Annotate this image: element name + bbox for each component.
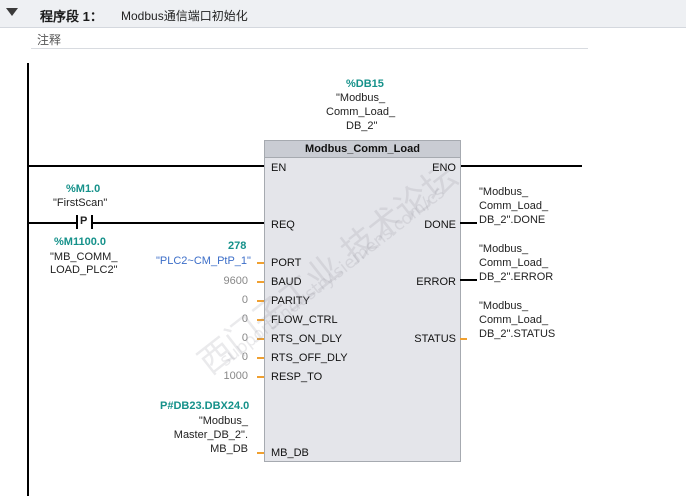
done-tag-line-1[interactable]: "Modbus_ (479, 186, 528, 198)
port-value[interactable]: "PLC2~CM_PtP_1" (156, 255, 251, 267)
pin-done: DONE (424, 219, 456, 231)
collapse-toggle-icon[interactable] (6, 8, 18, 16)
mb-db-address[interactable]: P#DB23.DBX24.0 (160, 400, 249, 412)
instance-db-name-line-2[interactable]: Comm_Load_ (326, 106, 395, 118)
done-wire (460, 222, 477, 224)
error-tag-line-1[interactable]: "Modbus_ (479, 243, 528, 255)
error-tag-line-3[interactable]: DB_2".ERROR (479, 271, 553, 283)
done-tag-line-2[interactable]: Comm_Load_ (479, 200, 548, 212)
contact-tag[interactable]: "FirstScan" (53, 197, 107, 209)
eno-wire (460, 165, 582, 167)
instance-db-address[interactable]: %DB15 (346, 78, 384, 90)
mb-db-stub (257, 452, 264, 454)
edge-memory-tag-line-1[interactable]: "MB_COMM_ (50, 251, 117, 263)
baud-value[interactable]: 9600 (224, 275, 248, 287)
req-wire-right (93, 222, 264, 224)
segment-description[interactable]: Modbus通信端口初始化 (121, 7, 248, 24)
pin-rts-off-dly: RTS_OFF_DLY (271, 352, 348, 364)
mb-db-tag-line-2[interactable]: Master_DB_2". (174, 429, 248, 441)
status-tag-line-1[interactable]: "Modbus_ (479, 300, 528, 312)
port-stub (257, 262, 264, 264)
status-stub (460, 338, 467, 340)
port-address[interactable]: 278 (228, 240, 246, 252)
instance-db-name-line-1[interactable]: "Modbus_ (336, 92, 385, 104)
rts-off-dly-stub (257, 357, 264, 359)
done-tag-line-3[interactable]: DB_2".DONE (479, 214, 545, 226)
instance-db-name-line-3[interactable]: DB_2" (346, 120, 377, 132)
segment-comment-field[interactable]: 注释 (31, 28, 588, 49)
edge-memory-tag-line-2[interactable]: LOAD_PLC2" (50, 264, 118, 276)
error-tag-line-2[interactable]: Comm_Load_ (479, 257, 548, 269)
baud-stub (257, 281, 264, 283)
mb-db-tag-line-3[interactable]: MB_DB (210, 443, 248, 455)
pin-resp-to: RESP_TO (271, 371, 323, 383)
power-rail (27, 63, 29, 496)
pin-req: REQ (271, 219, 295, 231)
en-wire (29, 165, 264, 167)
contact-left-bar (76, 215, 78, 229)
resp-to-stub (257, 376, 264, 378)
status-tag-line-2[interactable]: Comm_Load_ (479, 314, 548, 326)
comment-label: 注释 (37, 33, 62, 47)
segment-header: 程序段 1： Modbus通信端口初始化 (0, 0, 686, 28)
pin-error: ERROR (416, 276, 456, 288)
pin-status: STATUS (414, 333, 456, 345)
edge-memory-address[interactable]: %M1100.0 (54, 236, 106, 248)
pin-rts-on-dly: RTS_ON_DLY (271, 333, 343, 345)
mb-db-tag-line-1[interactable]: "Modbus_ (199, 415, 248, 427)
contact-address[interactable]: %M1.0 (66, 183, 100, 195)
error-wire (460, 279, 477, 281)
status-tag-line-3[interactable]: DB_2".STATUS (479, 328, 555, 340)
segment-title: 程序段 1： (40, 9, 103, 24)
req-wire-left (29, 222, 76, 224)
contact-symbol: P (80, 215, 88, 227)
pin-en: EN (271, 162, 287, 174)
pin-mb-db: MB_DB (271, 447, 309, 459)
